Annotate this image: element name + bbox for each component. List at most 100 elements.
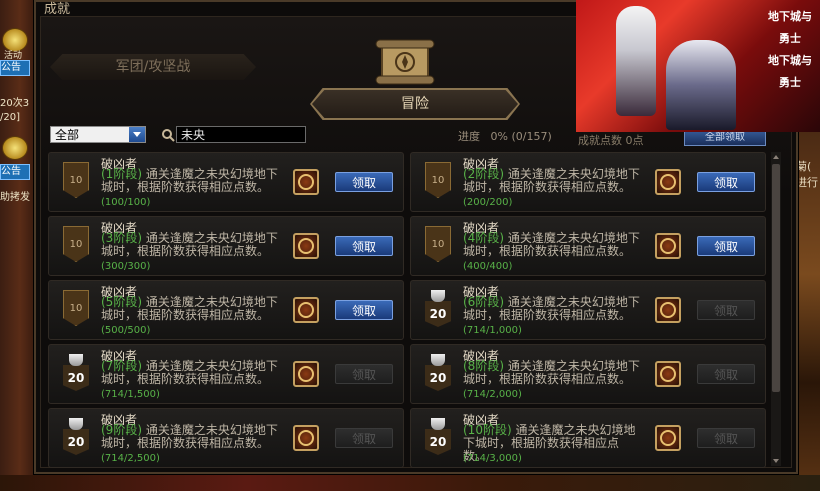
claim-button[interactable]: 领取 <box>335 236 393 256</box>
claim-button[interactable]: 领取 <box>697 428 755 448</box>
reward-emblem-icon <box>660 174 676 190</box>
category-filter-value: 全部 <box>55 128 80 142</box>
right-hud-text-2: 进行 <box>796 176 818 189</box>
achievement-description: (3阶段) 通关逢魔之未央幻境地下城时，根据阶数获得相应点数。 <box>101 232 279 258</box>
achievement-card: 10 破凶者 (3阶段) 通关逢魔之未央幻境地下城时，根据阶数获得相应点数。 (300… <box>48 216 404 276</box>
badge-points: 10 <box>69 175 83 186</box>
achievement-count: (714/1,500) <box>101 389 160 400</box>
scrollbar-thumb[interactable] <box>772 164 780 392</box>
achievement-list: 10 破凶者 (1阶段) 通关逢魔之未央幻境地下城时，根据阶数获得相应点数。 (100… <box>48 152 768 468</box>
list-scrollbar[interactable] <box>771 152 781 466</box>
achievement-description: (7阶段) 通关逢魔之未央幻境地下城时，根据阶数获得相应点数。 <box>101 360 279 386</box>
game-hud-bottom <box>0 475 820 491</box>
promo-character-image-2 <box>666 40 736 130</box>
achievement-description: (8阶段) 通关逢魔之未央幻境地下城时，根据阶数获得相应点数。 <box>463 360 641 386</box>
reward-item-icon[interactable] <box>655 361 681 387</box>
reward-item-icon[interactable] <box>293 425 319 451</box>
achievement-card: 10 破凶者 (1阶段) 通关逢魔之未央幻境地下城时，根据阶数获得相应点数。 (100… <box>48 152 404 212</box>
notice-button-2[interactable]: 公告 <box>0 164 30 180</box>
points-value: 0点 <box>625 134 644 147</box>
achievement-card: 20 破凶者 (8阶段) 通关逢魔之未央幻境地下城时，根据阶数获得相应点数。 (714… <box>410 344 766 404</box>
claim-button[interactable]: 领取 <box>335 172 393 192</box>
right-hud: 菊( 进行 <box>796 158 820 190</box>
scroll-down-icon[interactable] <box>771 456 781 466</box>
reward-item-icon[interactable] <box>293 361 319 387</box>
claim-button[interactable]: 领取 <box>335 364 393 384</box>
tab-legion[interactable]: 军团/攻坚战 <box>50 54 256 80</box>
achievement-stage: (2阶段) <box>463 167 504 181</box>
achievement-card: 10 破凶者 (4阶段) 通关逢魔之未央幻境地下城时，根据阶数获得相应点数。 (400… <box>410 216 766 276</box>
notice-button[interactable]: 公告 <box>0 60 30 76</box>
claim-button[interactable]: 领取 <box>697 236 755 256</box>
trophy-cup-icon <box>431 354 445 366</box>
reward-item-icon[interactable] <box>655 425 681 451</box>
achievement-stage: (1阶段) <box>101 167 142 181</box>
trophy-badge-icon: 20 <box>425 353 451 393</box>
achievement-stage: (7阶段) <box>101 359 142 373</box>
claim-button[interactable]: 领取 <box>335 428 393 448</box>
claim-button[interactable]: 领取 <box>697 364 755 384</box>
achievement-description: (2阶段) 通关逢魔之未央幻境地下城时，根据阶数获得相应点数。 <box>463 168 641 194</box>
badge-points: 10 <box>431 175 445 186</box>
reward-emblem-icon <box>298 238 314 254</box>
promo-banner[interactable]: 地下城与勇士 地下城与勇士 <box>576 0 820 132</box>
badge-points: 10 <box>69 303 83 314</box>
left-hud-text-1: 20次3 <box>0 98 30 109</box>
category-filter-select[interactable]: 全部 <box>50 126 146 143</box>
achievement-count: (714/3,000) <box>463 453 522 464</box>
promo-logo-line1: 地下城与勇士 <box>768 10 812 45</box>
badge-points: 20 <box>429 435 447 449</box>
claim-all-button[interactable]: 全部领取 <box>684 130 766 146</box>
reward-item-icon[interactable] <box>293 233 319 259</box>
achievement-card: 20 破凶者 (7阶段) 通关逢魔之未央幻境地下城时，根据阶数获得相应点数。 (714… <box>48 344 404 404</box>
reward-emblem-icon <box>660 238 676 254</box>
promo-character-image <box>616 6 656 116</box>
scroll-up-icon[interactable] <box>771 152 781 162</box>
reward-item-icon[interactable] <box>655 297 681 323</box>
trophy-cup-icon <box>69 418 83 430</box>
left-hud-text-2: /20] <box>0 112 20 123</box>
trophy-cup-icon <box>431 418 445 430</box>
claim-button[interactable]: 领取 <box>697 172 755 192</box>
claim-button[interactable]: 领取 <box>335 300 393 320</box>
achievement-description: (5阶段) 通关逢魔之未央幻境地下城时，根据阶数获得相应点数。 <box>101 296 279 322</box>
trophy-badge-icon: 20 <box>425 289 451 329</box>
chevron-down-icon[interactable] <box>129 127 145 142</box>
achievement-count: (100/100) <box>101 197 151 208</box>
reward-item-icon[interactable] <box>293 169 319 195</box>
badge-points: 20 <box>67 435 85 449</box>
trophy-badge-icon: 20 <box>425 417 451 457</box>
reward-item-icon[interactable] <box>293 297 319 323</box>
event-badge-icon-2[interactable] <box>2 136 28 160</box>
reward-item-icon[interactable] <box>655 233 681 259</box>
window-title: 成就 <box>44 2 71 17</box>
achievement-description: (4阶段) 通关逢魔之未央幻境地下城时，根据阶数获得相应点数。 <box>463 232 641 258</box>
points-readout: 成就点数 0点 <box>578 132 644 148</box>
search-icon <box>162 129 175 142</box>
tab-adventure[interactable]: 冒险 <box>312 90 518 118</box>
reward-item-icon[interactable] <box>655 169 681 195</box>
achievement-count: (714/2,500) <box>101 453 160 464</box>
points-label: 成就点数 <box>578 134 622 147</box>
reward-emblem-icon <box>298 174 314 190</box>
achievement-count: (300/300) <box>101 261 151 272</box>
right-hud-text-1: 菊( <box>796 160 812 173</box>
badge-points: 10 <box>69 239 83 250</box>
badge-points: 10 <box>431 239 445 250</box>
medal-badge-icon: 10 <box>63 290 89 326</box>
reward-emblem-icon <box>660 302 676 318</box>
achievement-stage: (5阶段) <box>101 295 142 309</box>
achievement-count: (400/400) <box>463 261 513 272</box>
achievement-stage: (6阶段) <box>463 295 504 309</box>
reward-emblem-icon <box>660 366 676 382</box>
achievement-stage: (9阶段) <box>101 423 142 437</box>
achievement-card: 10 破凶者 (5阶段) 通关逢魔之未央幻境地下城时，根据阶数获得相应点数。 (500… <box>48 280 404 340</box>
claim-button[interactable]: 领取 <box>697 300 755 320</box>
medal-badge-icon: 10 <box>425 162 451 198</box>
badge-points: 20 <box>429 371 447 385</box>
search-input[interactable]: 未央 <box>176 126 306 143</box>
medal-badge-icon: 10 <box>63 162 89 198</box>
achievement-card: 20 破凶者 (9阶段) 通关逢魔之未央幻境地下城时，根据阶数获得相应点数。 (714… <box>48 408 404 468</box>
achievement-card: 10 破凶者 (2阶段) 通关逢魔之未央幻境地下城时，根据阶数获得相应点数。 (200… <box>410 152 766 212</box>
achievement-stage: (8阶段) <box>463 359 504 373</box>
